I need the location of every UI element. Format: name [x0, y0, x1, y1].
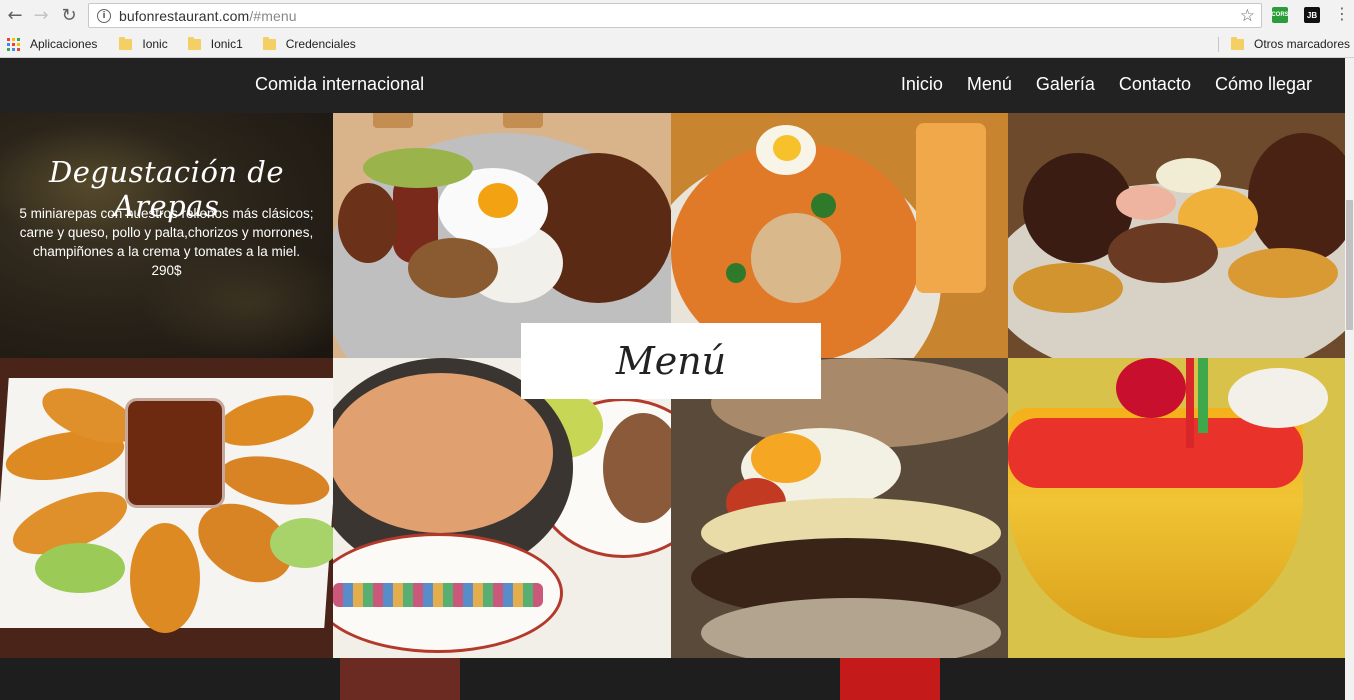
empanadas-photo[interactable]: [0, 358, 333, 658]
empanada-shape: [130, 523, 200, 633]
nav-menu: Inicio Menú Galería Contacto Cómo llegar: [901, 74, 1312, 95]
peas-shape: [726, 263, 746, 283]
browser-menu-icon[interactable]: ⋮: [1334, 4, 1350, 23]
promo-description: 5 miniarepas con nuestros rellenos más c…: [8, 204, 325, 280]
soup-shape: [333, 373, 553, 533]
avocado-shape: [363, 148, 473, 188]
cors-extension-icon[interactable]: CORS: [1271, 7, 1289, 23]
next-photo-shape: [340, 658, 460, 700]
promo-line: champiñones a la crema y tomates a la mi…: [32, 244, 301, 259]
cors-extension-label: CORS: [1271, 12, 1289, 18]
bookmark-ionic[interactable]: Ionic: [119, 36, 168, 51]
folder-icon: [262, 36, 276, 50]
meat-shape: [408, 238, 498, 298]
sauce-cup-shape: [1116, 185, 1176, 220]
cocktail-photo[interactable]: [1008, 358, 1345, 658]
placemat-shape: [333, 583, 543, 607]
straw-shape: [1198, 358, 1208, 433]
bookmark-label: Otros marcadores: [1254, 37, 1351, 51]
page-scrollbar[interactable]: [1345, 58, 1354, 700]
nav-link-galeria[interactable]: Galería: [1036, 74, 1095, 95]
nav-link-como-llegar[interactable]: Cómo llegar: [1215, 74, 1312, 95]
strawberry-shape: [1116, 358, 1186, 418]
forward-icon[interactable]: →: [28, 2, 54, 28]
coconut-shape: [1228, 368, 1328, 428]
bookmark-other[interactable]: Otros marcadores: [1231, 36, 1351, 51]
lime-shape: [270, 518, 333, 568]
grill-platter-photo[interactable]: [1008, 113, 1345, 358]
folder-icon: [1231, 36, 1244, 50]
next-photo-shape: [840, 658, 940, 700]
bookmarks-bar: Aplicaciones Ionic Ionic1 Credenciales O…: [0, 31, 1354, 58]
reload-icon[interactable]: ↻: [56, 2, 82, 28]
bookmark-star-icon[interactable]: ☆: [1240, 6, 1255, 26]
info-icon[interactable]: i: [97, 8, 111, 23]
egg-yolk-shape: [773, 135, 801, 161]
page-viewport: Comida internacional Inicio Menú Galería…: [0, 58, 1345, 700]
bowl-shape: [503, 113, 543, 128]
bookmark-label: Ionic1: [210, 37, 243, 51]
peas-shape: [811, 193, 836, 218]
patacon-shape: [1228, 248, 1338, 298]
chicharron-shape: [338, 183, 398, 263]
url-text[interactable]: bufonrestaurant.com/#menu: [119, 8, 297, 24]
nav-link-menu[interactable]: Menú: [967, 74, 1012, 95]
arepas-tasting-tile[interactable]: Degustación de Arepas 5 miniarepas con n…: [0, 113, 333, 358]
straw-shape: [1186, 358, 1194, 448]
bookmark-label: Aplicaciones: [30, 37, 98, 51]
soup-photo[interactable]: [333, 358, 671, 658]
browser-toolbar: ← → ↻ i bufonrestaurant.com/#menu ☆ CORS…: [0, 0, 1354, 31]
next-section-strip: [0, 658, 1345, 700]
red-syrup-shape: [1008, 418, 1303, 488]
site-brand[interactable]: Comida internacional: [255, 74, 424, 95]
lime-shape: [35, 543, 125, 593]
chunks-shape: [1108, 223, 1218, 283]
patacon-shape: [1013, 263, 1123, 313]
promo-line: carne y queso, pollo y palta,chorizos y …: [19, 225, 314, 240]
bookmark-apps[interactable]: Aplicaciones: [0, 37, 97, 51]
url-path: /#menu: [249, 7, 297, 24]
bun-bottom-shape: [701, 598, 1001, 658]
promo-line: 5 miniarepas con nuestros rellenos más c…: [19, 206, 314, 221]
fries-shape: [916, 123, 986, 293]
bookmarks-separator: [1218, 37, 1219, 52]
menu-section-title-box: Menú: [521, 323, 821, 399]
bookmark-credenciales[interactable]: Credenciales: [262, 36, 356, 51]
menu-section-title: Menú: [615, 339, 727, 383]
bookmark-label: Ionic: [142, 37, 168, 51]
jb-extension-icon[interactable]: JB: [1304, 7, 1320, 23]
site-navbar: Comida internacional Inicio Menú Galería…: [0, 58, 1345, 113]
bookmark-label: Credenciales: [285, 37, 356, 51]
bowl-shape: [373, 113, 413, 128]
nav-link-contacto[interactable]: Contacto: [1119, 74, 1191, 95]
egg-yolk-shape: [478, 183, 518, 218]
folder-icon: [119, 36, 133, 50]
jb-extension-label: JB: [1306, 10, 1318, 20]
bandeja-paisa-photo[interactable]: [333, 113, 671, 358]
sauce-bowl-shape: [125, 398, 225, 508]
chicken-shape: [751, 213, 841, 303]
folder-icon: [187, 36, 201, 50]
bookmark-ionic1[interactable]: Ionic1: [187, 36, 243, 51]
nav-link-inicio[interactable]: Inicio: [901, 74, 943, 95]
egg-yolk-shape: [751, 433, 821, 483]
arepa-burger-photo[interactable]: [671, 358, 1008, 658]
scrollbar-thumb[interactable]: [1346, 200, 1353, 330]
apps-grid-icon: [7, 37, 20, 51]
address-bar[interactable]: i bufonrestaurant.com/#menu ☆: [88, 3, 1262, 28]
arroz-plate-photo[interactable]: [671, 113, 1008, 358]
back-icon[interactable]: ←: [2, 2, 28, 28]
url-host: bufonrestaurant.com: [119, 7, 250, 24]
promo-price: 290$: [151, 263, 182, 278]
